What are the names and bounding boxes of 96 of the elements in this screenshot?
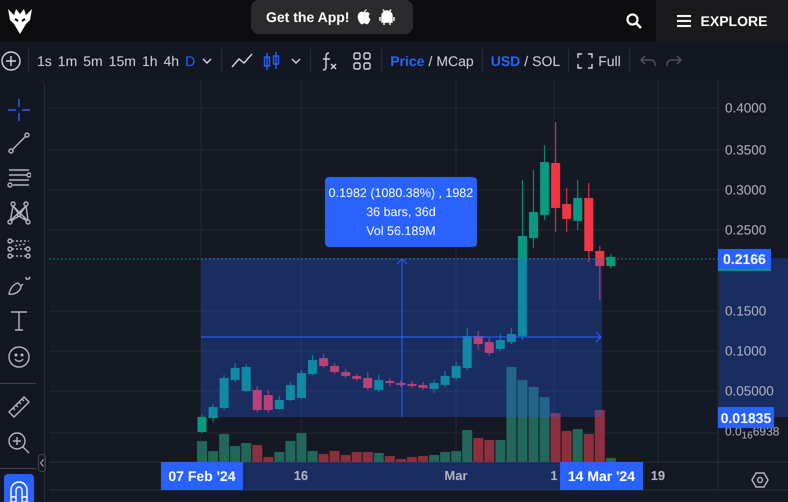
separator-text: / xyxy=(427,53,434,69)
volume-bar xyxy=(362,452,373,462)
candle xyxy=(286,382,295,402)
current-price-label: 0.2166 xyxy=(718,249,771,271)
channel-tool-icon xyxy=(7,237,31,261)
candle xyxy=(396,380,406,388)
line-tool-icon xyxy=(7,131,31,155)
interval-button[interactable]: 1h xyxy=(138,49,161,73)
volume-bar xyxy=(352,452,362,462)
candle xyxy=(385,378,394,386)
candle xyxy=(407,380,416,388)
interval-button[interactable]: 1m xyxy=(54,49,80,73)
apple-icon xyxy=(357,9,372,25)
pattern-icon xyxy=(7,201,31,225)
candle xyxy=(462,328,472,370)
android-icon xyxy=(379,9,396,25)
collapse-handle[interactable] xyxy=(38,454,46,472)
price-tick: 0.1000 xyxy=(724,344,766,358)
interval-button[interactable]: 4h xyxy=(160,49,182,73)
volume-bar xyxy=(473,438,484,462)
menu-icon xyxy=(676,15,691,27)
caret-down-icon[interactable] xyxy=(202,58,212,64)
interval-button[interactable]: 15m xyxy=(106,49,139,73)
candle xyxy=(496,334,505,352)
interval-button[interactable]: 5m xyxy=(80,49,106,73)
volume-bar xyxy=(440,452,450,462)
candle xyxy=(506,328,516,344)
candle xyxy=(230,362,240,382)
add-icon[interactable] xyxy=(1,51,21,71)
candle xyxy=(264,390,273,414)
interval-button[interactable]: 1s xyxy=(34,49,55,73)
candle xyxy=(606,254,616,268)
candle xyxy=(374,374,384,392)
magnet-button[interactable] xyxy=(4,474,34,502)
candle xyxy=(484,336,494,356)
search-icon[interactable] xyxy=(626,13,642,29)
candle xyxy=(352,374,362,382)
volume-bar xyxy=(241,443,252,462)
price-tick: 0.2500 xyxy=(724,222,766,238)
candle xyxy=(308,354,317,376)
candle xyxy=(430,380,438,394)
candle xyxy=(252,386,262,412)
undo-icon xyxy=(640,55,656,67)
price-tick: 0.3500 xyxy=(724,142,766,158)
date-label: 07 Feb '24 xyxy=(160,462,243,490)
price-tick: 0.05000 xyxy=(724,384,774,398)
time-tick: Mar xyxy=(444,468,468,483)
settings-icon[interactable] xyxy=(750,471,769,489)
time-tick: 16 xyxy=(294,468,308,483)
candle xyxy=(330,362,340,374)
candle xyxy=(440,370,450,388)
fullscreen-icon xyxy=(577,53,594,69)
redo-icon xyxy=(666,55,682,67)
ruler-icon xyxy=(7,395,31,419)
volume-bar xyxy=(484,440,494,462)
candle xyxy=(197,414,206,434)
measure-text: 36 bars, 36d xyxy=(366,205,436,219)
smiley-icon xyxy=(7,345,31,369)
date-label: 14 Mar '24 xyxy=(560,462,643,490)
candle xyxy=(562,188,572,232)
price-tick: 0.3000 xyxy=(724,182,766,198)
time-tick: 1 xyxy=(550,468,558,483)
explore-button[interactable]: EXPLORE xyxy=(656,0,788,42)
get-app-button[interactable]: Get the App! xyxy=(251,0,414,34)
candle xyxy=(274,396,284,410)
chevron-left-icon xyxy=(40,459,44,467)
volume-bar xyxy=(539,397,550,462)
volume-bar xyxy=(572,429,583,462)
price-tick: 0.1500 xyxy=(724,304,766,318)
candle xyxy=(452,362,461,380)
price-label: 0.01835 xyxy=(718,407,774,428)
candle xyxy=(220,374,229,410)
currencies-toggle[interactable]: SOL xyxy=(529,49,564,73)
candle xyxy=(363,372,372,390)
fullscreen-button[interactable]: Full xyxy=(574,49,624,73)
measure-text: Vol 56.189M xyxy=(366,224,436,238)
caret-down-icon[interactable] xyxy=(291,58,302,64)
separator-text: / xyxy=(523,53,530,69)
candle xyxy=(242,364,251,392)
candle xyxy=(474,330,483,350)
candle xyxy=(595,246,604,300)
candle xyxy=(341,368,350,378)
candle xyxy=(319,354,328,368)
currencies-toggle[interactable]: USD xyxy=(488,49,524,73)
price-tick: 0.4000 xyxy=(724,100,766,116)
grid-icon[interactable] xyxy=(352,51,372,71)
crosshair-icon xyxy=(7,98,31,122)
candle xyxy=(296,370,306,400)
candle xyxy=(573,180,582,230)
measure-text: 0.1982 (1080.38%) , 1982 xyxy=(328,186,474,200)
time-tick: 19 xyxy=(650,468,666,483)
interval-button[interactable]: D xyxy=(182,49,198,73)
eagle-logo-icon xyxy=(6,6,34,36)
candle xyxy=(208,404,218,422)
candle xyxy=(418,382,428,390)
zoom-in-icon xyxy=(7,431,31,455)
